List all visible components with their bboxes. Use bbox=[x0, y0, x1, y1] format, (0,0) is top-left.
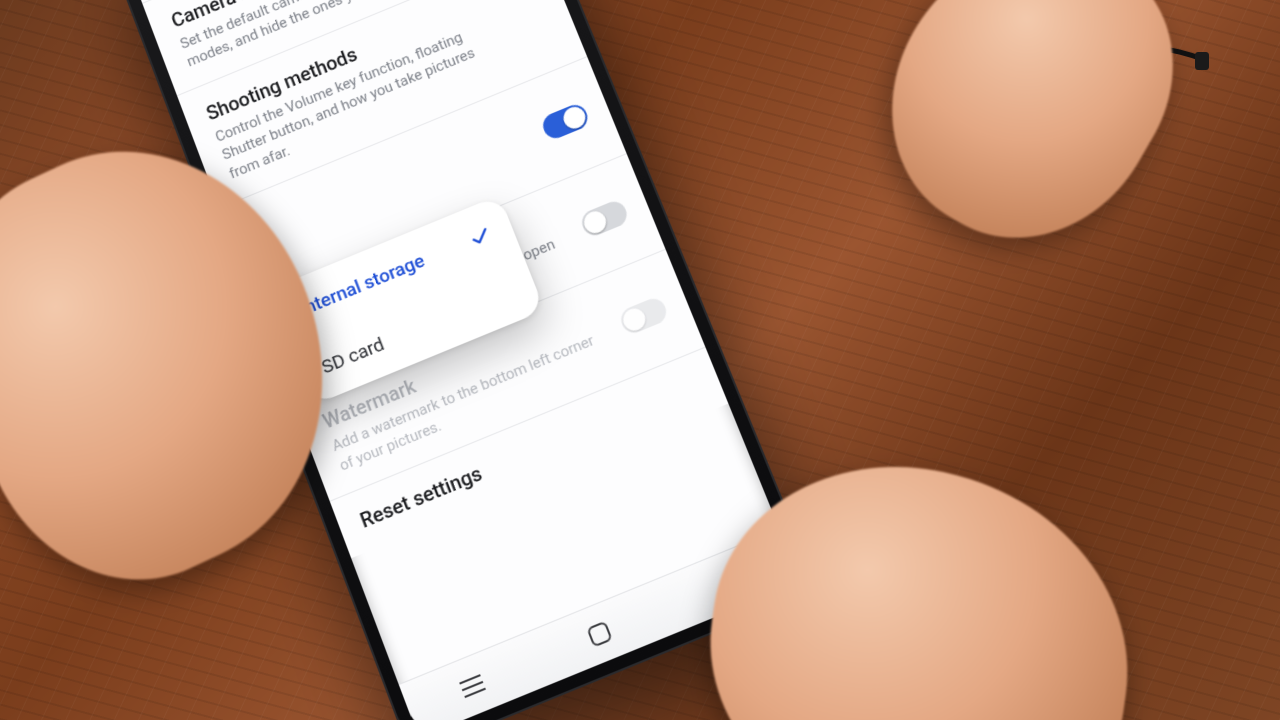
home-icon bbox=[586, 620, 613, 647]
nav-recent-button[interactable] bbox=[437, 655, 509, 717]
hand-overlay bbox=[842, 0, 1217, 285]
cable-prop bbox=[990, 30, 1210, 100]
back-icon bbox=[712, 567, 741, 597]
nav-back-button[interactable] bbox=[690, 551, 762, 613]
nav-home-button[interactable] bbox=[563, 603, 635, 665]
phone-screen: Location tags Add tags to your pictures … bbox=[128, 0, 801, 720]
storage-location-toggle[interactable] bbox=[540, 101, 592, 142]
check-icon bbox=[466, 222, 494, 250]
phone-frame: Location tags Add tags to your pictures … bbox=[111, 0, 820, 720]
popup-option-label: SD card bbox=[318, 332, 387, 378]
recent-apps-icon bbox=[462, 680, 484, 690]
